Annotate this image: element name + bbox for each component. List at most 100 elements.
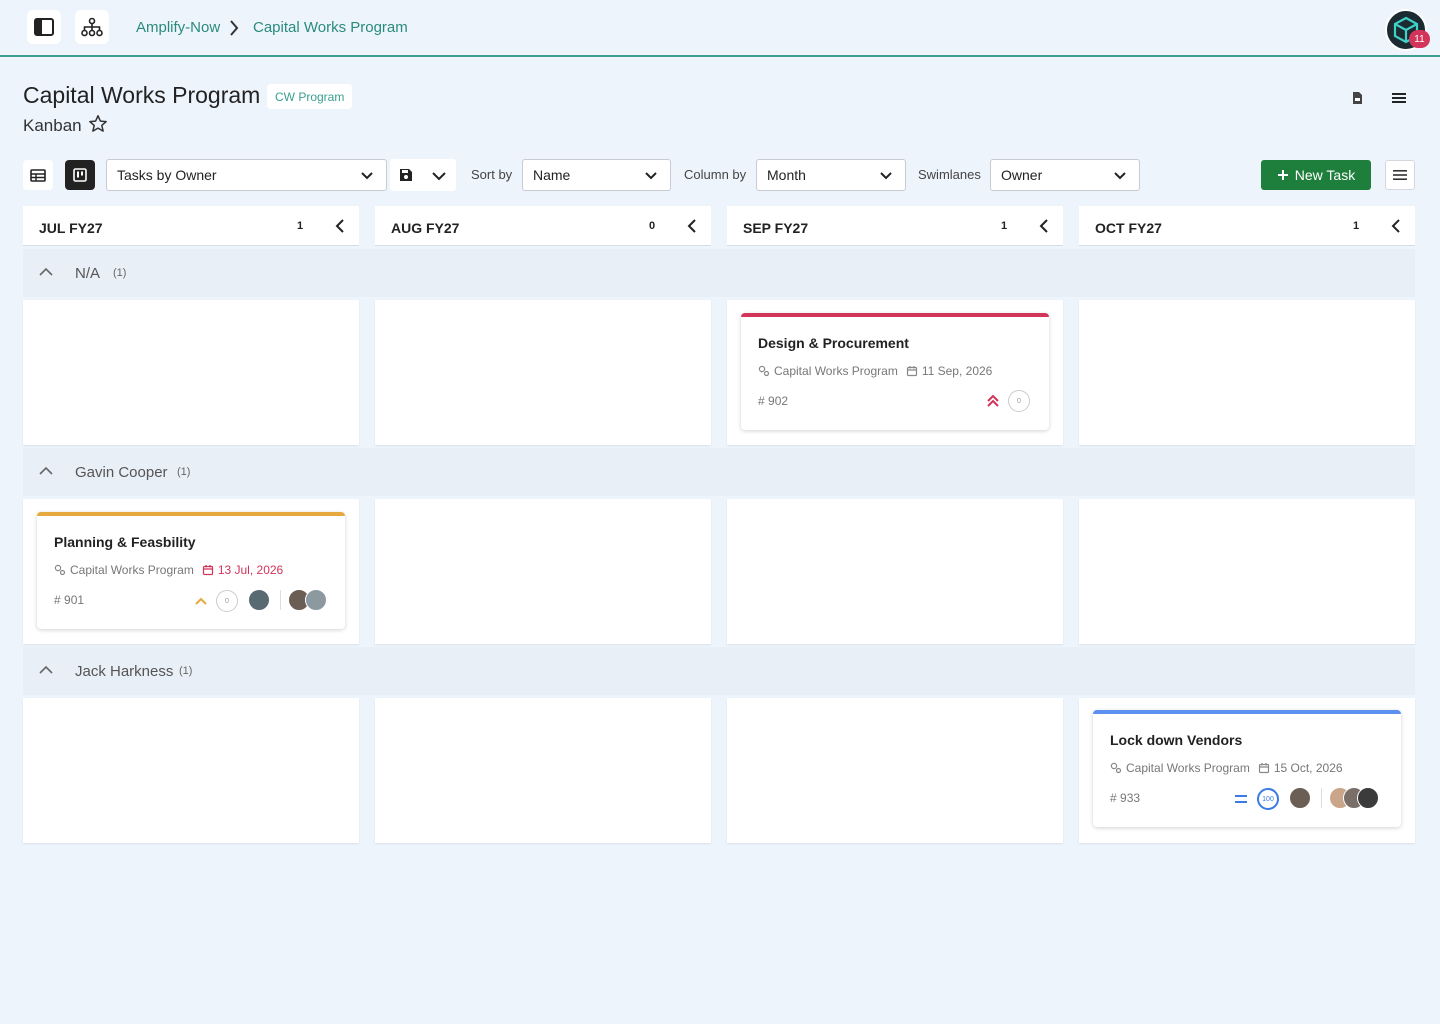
column-header-oct: OCT FY27 1 [1079,206,1415,246]
card-meta: Capital Works Program 15 Oct, 2026 [1110,761,1343,775]
task-card[interactable]: Lock down Vendors Capital Works Program … [1093,710,1401,827]
column-count: 0 [648,220,656,232]
card-title: Lock down Vendors [1110,732,1243,748]
calendar-icon [906,366,917,377]
card-id: 933 [1120,791,1141,805]
column-count: 1 [1352,220,1360,232]
priority-medium-icon [1235,795,1247,803]
card-title: Design & Procurement [758,335,909,351]
column-header-sep: SEP FY27 1 [727,206,1063,246]
swimlane-header-jack-harkness[interactable]: Jack Harkness (1) [23,647,1415,695]
card-id: 902 [768,394,789,408]
card-project: Capital Works Program [774,364,898,378]
hamburger-menu-icon [1392,93,1406,103]
card-project: Capital Works Program [70,563,194,577]
column-count: 1 [296,220,304,232]
sidebar-toggle-icon [34,18,54,36]
board-cell [23,698,359,843]
chevron-up-icon[interactable] [39,665,53,675]
kanban-view-icon [73,168,87,182]
chevron-left-icon[interactable] [335,218,345,234]
owner-avatar[interactable] [248,589,270,611]
swimlane-select[interactable]: Owner [990,159,1140,191]
chevron-down-icon[interactable] [431,169,447,183]
save-view-group [390,159,456,191]
hierarchy-button[interactable] [75,10,109,44]
header-menu-button[interactable] [1389,88,1409,108]
program-badge: CW Program [267,84,353,109]
chevron-left-icon[interactable] [1039,218,1049,234]
card-due-date: 15 Oct, 2026 [1273,761,1343,775]
swimlane-select-value: Owner [1001,167,1043,183]
progress-indicator: 0 [216,590,238,612]
swimlane-header-gavin-cooper[interactable]: Gavin Cooper (1) [23,448,1415,496]
avatar-divider [1321,788,1322,808]
board-cell [727,698,1063,843]
card-status-bar [1093,710,1401,714]
chevron-up-icon[interactable] [39,466,53,476]
card-id-row: # 901 [54,593,85,607]
card-due-date: 11 Sep, 2026 [921,364,993,378]
breadcrumb-amplify-now[interactable]: Amplify-Now [136,19,220,36]
column-select[interactable]: Month [756,159,906,191]
task-card[interactable]: Design & Procurement Capital Works Progr… [741,313,1049,430]
card-meta: Capital Works Program 13 Jul, 2026 [54,563,283,577]
kanban-view-button[interactable] [65,160,95,190]
new-task-button[interactable]: New Task [1261,160,1371,190]
calendar-icon [1258,763,1269,774]
table-view-button[interactable] [23,160,53,190]
column-title: OCT FY27 [1095,220,1162,236]
breadcrumb-capital-works[interactable]: Capital Works Program [253,19,408,36]
swimlane-count: (1) [113,267,127,279]
assignee-avatar[interactable] [305,589,327,611]
sort-select[interactable]: Name [522,159,671,191]
column-title: JUL FY27 [39,220,103,236]
star-icon[interactable] [88,114,108,134]
board-cell [1079,499,1415,644]
priority-high-icon [195,597,207,605]
card-id: 901 [64,593,85,607]
swimlanes-label: Swimlanes [918,167,981,182]
swimlane-header-na[interactable]: N/A (1) [23,249,1415,297]
board-cell [375,698,711,843]
sort-select-value: Name [533,167,571,183]
card-meta: Capital Works Program 11 Sep, 2026 [758,364,992,378]
swimlane-name: N/A [75,265,101,282]
chevron-left-icon[interactable] [687,218,697,234]
column-by-label: Column by [684,167,747,182]
card-id-row: # 933 [1110,791,1141,805]
board-cell [727,499,1063,644]
sidebar-toggle-button[interactable] [27,10,61,44]
project-icon [758,365,770,377]
chevron-up-icon[interactable] [39,267,53,277]
new-task-label: New Task [1294,167,1356,183]
project-icon [54,564,66,576]
chevron-down-icon [880,172,892,180]
column-select-value: Month [767,167,806,183]
column-header-aug: AUG FY27 0 [375,206,711,246]
sort-by-label: Sort by [471,167,513,182]
board-menu-button[interactable] [1385,160,1415,190]
swimlane-count: (1) [179,665,193,677]
view-select[interactable]: Tasks by Owner [106,159,387,191]
export-pdf-button[interactable] [1347,88,1367,108]
chevron-down-icon [1114,172,1126,180]
plus-icon [1277,170,1288,180]
notification-badge[interactable]: 11 [1409,30,1430,48]
swimlane-name: Jack Harkness [75,663,174,680]
card-id-row: # 902 [758,394,789,408]
table-view-icon [30,168,46,182]
owner-avatar[interactable] [1289,787,1311,809]
board-cell [375,499,711,644]
chevron-down-icon [361,172,373,180]
assignee-avatar[interactable] [1357,787,1379,809]
breadcrumb-chevron-icon [230,20,239,36]
save-icon[interactable] [399,168,413,182]
project-icon [1110,762,1122,774]
column-title: SEP FY27 [743,220,809,236]
card-status-bar [741,313,1049,317]
chevron-left-icon[interactable] [1391,218,1401,234]
board-cell [375,300,711,445]
list-menu-icon [1393,170,1407,180]
task-card[interactable]: Planning & Feasbility Capital Works Prog… [37,512,345,629]
